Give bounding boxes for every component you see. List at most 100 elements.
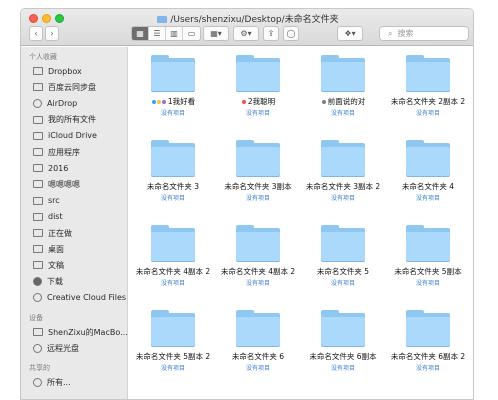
folder-icon [236,225,280,261]
column-view-button[interactable]: ▥ [166,27,183,40]
sidebar-item[interactable]: 百度云同步盘 [33,80,96,94]
folder-name: 未命名文件夹 6 [231,352,285,361]
folder-name: 未命名文件夹 4副本 2 [135,267,211,276]
sidebar-item[interactable]: ShenZixu的MacBo... [33,325,127,339]
folder-item[interactable]: 未命名文件夹 6副本 2 没有项目 [385,310,471,372]
forward-button[interactable]: › [45,26,59,41]
sidebar-item-label: 所有... [47,377,71,387]
sidebar-item[interactable]: AirDrop [33,96,77,110]
folder-icon [33,229,43,237]
folder-item[interactable]: 未命名文件夹 4副本 2 没有项目 [130,225,216,287]
back-button[interactable]: ‹ [29,26,43,41]
desktop-icon [33,245,43,254]
search-placeholder: 搜索 [397,29,414,38]
sidebar-item[interactable]: 2016 [33,161,68,175]
share-button[interactable]: ⇪ [263,26,279,41]
folder-item[interactable]: 未命名文件夹 4 没有项目 [385,140,471,202]
sidebar-item[interactable]: Creative Cloud Files [33,291,126,305]
sidebar-item[interactable]: 下载 [33,275,63,289]
folder-icon [236,140,280,176]
folder-item[interactable]: 未命名文件夹 6副本 没有项目 [300,310,386,372]
folder-icon [321,225,365,261]
folder-item[interactable]: 未命名文件夹 3副本 没有项目 [215,140,301,202]
cover-flow-button[interactable]: ▭ [183,27,200,40]
folder-icon [151,310,195,346]
folder-subtitle: 没有项目 [160,365,185,372]
folder-name-row: 未命名文件夹 5副本 [385,266,471,277]
folder-item[interactable]: 未命名文件夹 5副本 2 没有项目 [130,310,216,372]
cloud-icon [33,131,43,140]
folder-name: 2我聪明 [247,97,276,106]
folder-item[interactable]: 未命名文件夹 2副本 2 没有项目 [385,55,471,117]
folder-item[interactable]: 未命名文件夹 5 没有项目 [300,225,386,287]
network-icon [33,377,42,387]
folder-item[interactable]: 未命名文件夹 6 没有项目 [215,310,301,372]
folder-icon [33,212,43,221]
folder-name: 未命名文件夹 6副本 2 [390,352,466,361]
sidebar-item[interactable]: 应用程序 [33,145,80,159]
folder-name: 未命名文件夹 5副本 2 [135,352,211,361]
folder-subtitle: 没有项目 [330,365,355,372]
folder-item[interactable]: 2我聪明 没有项目 [215,55,301,117]
folder-name-row: 未命名文件夹 3副本 [215,181,301,192]
sidebar-item[interactable]: 所有... [33,375,71,389]
laptop-icon [33,328,43,336]
folder-name-row: 前面说的对 [300,96,386,107]
folder-item[interactable]: 前面说的对 没有项目 [300,55,386,117]
folder-icon [33,196,43,205]
folder-name-row: 未命名文件夹 4副本 2 [130,266,216,277]
folder-subtitle: 没有项目 [245,195,270,202]
action-button[interactable]: ⚙▾ [233,26,259,41]
toolbar: /Users/shenzixu/Desktop/未命名文件夹 ‹ › ▦ ☰ ▥… [21,9,473,46]
sidebar-item[interactable]: dist [33,210,63,224]
tag-dots [320,98,327,105]
sidebar-item[interactable]: 嗯嗯嗯嗯 [33,177,80,191]
group-button[interactable]: ▦▾ [203,26,229,41]
sidebar-item[interactable]: src [33,194,60,208]
folder-name-row: 2我聪明 [215,96,301,107]
document-icon [33,261,43,270]
sidebar-item-label: 我的所有文件 [48,115,96,125]
sidebar-item[interactable]: 远程光盘 [33,341,79,355]
cc-icon [33,293,42,303]
folder-name-row: 未命名文件夹 5副本 2 [130,351,216,362]
folder-name: 未命名文件夹 6副本 [309,352,377,361]
folder-icon [151,225,195,261]
folder-name-row: 未命名文件夹 5 [300,266,386,277]
folder-name: 未命名文件夹 2副本 2 [390,97,466,106]
apps-icon [33,148,43,156]
sidebar-item[interactable]: 我的所有文件 [33,113,96,127]
icon-view-button[interactable]: ▦ [132,27,149,40]
folder-icon [321,55,365,91]
folder-subtitle: 没有项目 [245,365,270,372]
folder-subtitle: 没有项目 [245,280,270,287]
folder-name: 未命名文件夹 5副本 [394,267,462,276]
search-field[interactable]: ⌕ 搜索 [379,26,469,41]
window-title-text: /Users/shenzixu/Desktop/未命名文件夹 [170,15,339,25]
folder-icon [406,140,450,176]
sidebar-item[interactable]: 桌面 [33,242,64,256]
folder-icon [33,83,43,92]
finder-window: /Users/shenzixu/Desktop/未命名文件夹 ‹ › ▦ ☰ ▥… [20,8,474,400]
tags-button[interactable]: ◯ [283,26,299,41]
sidebar-item-label: AirDrop [47,98,78,108]
folder-item[interactable]: 未命名文件夹 3副本 2 没有项目 [300,140,386,202]
folder-item[interactable]: 未命名文件夹 5副本 没有项目 [385,225,471,287]
folder-item[interactable]: 1我好看 没有项目 [130,55,216,117]
list-view-button[interactable]: ☰ [149,27,166,40]
folder-name-row: 未命名文件夹 3副本 2 [300,181,386,192]
sidebar-item[interactable]: Dropbox [33,64,82,78]
sidebar-item-label: 正在做 [48,228,72,238]
folder-name-row: 未命名文件夹 2副本 2 [385,96,471,107]
folder-name: 未命名文件夹 3副本 [224,182,292,191]
folder-name-row: 未命名文件夹 6 [215,351,301,362]
folder-item[interactable]: 未命名文件夹 3 没有项目 [130,140,216,202]
sidebar-item[interactable]: 文稿 [33,258,64,272]
folder-name-row: 未命名文件夹 4副本 2 [215,266,301,277]
sidebar-item[interactable]: 正在做 [33,226,72,240]
sidebar-item[interactable]: iCloud Drive [33,129,97,143]
folder-name-row: 未命名文件夹 6副本 2 [385,351,471,362]
folder-item[interactable]: 未命名文件夹 4副本 2 没有项目 [215,225,301,287]
folder-subtitle: 没有项目 [415,365,440,372]
dropbox-button[interactable]: ❖▾ [337,26,363,41]
